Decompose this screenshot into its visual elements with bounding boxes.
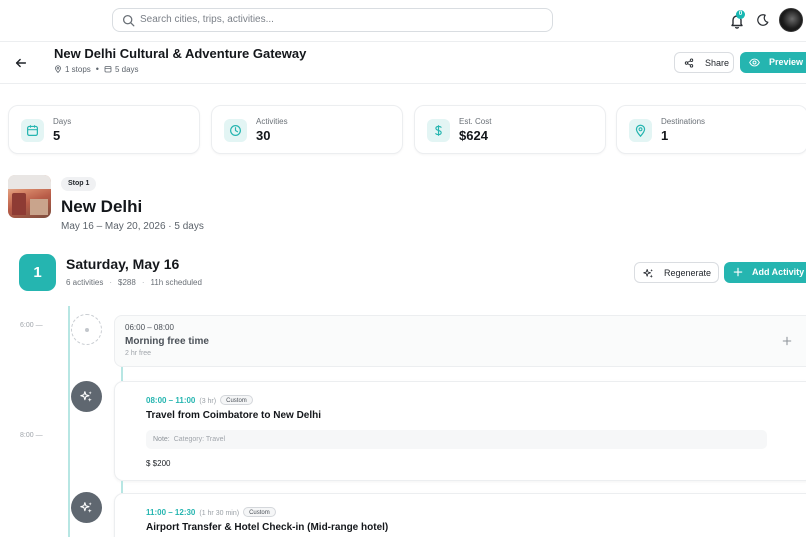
stop-thumbnail — [8, 175, 51, 218]
free-slot-card[interactable]: 06:00 – 08:00 Morning free time 2 hr fre… — [114, 315, 806, 367]
trip-days: 5 days — [114, 64, 139, 74]
separator-dot: • — [95, 64, 99, 74]
regenerate-label: Regenerate — [664, 268, 712, 278]
time-label: 6:00 — — [20, 322, 43, 329]
timeline-line — [68, 306, 70, 537]
search-placeholder: Search cities, trips, activities... — [140, 14, 274, 25]
time-label: 8:00 — — [20, 432, 43, 439]
page-title: New Delhi Cultural & Adventure Gateway — [54, 46, 307, 61]
map-pin-icon — [55, 65, 61, 73]
calendar-icon — [104, 66, 112, 73]
share-label: Share — [705, 58, 730, 68]
activity-node — [71, 492, 102, 523]
sparkles-icon — [643, 268, 653, 278]
activity-tag: Custom — [220, 395, 253, 405]
connector — [121, 367, 123, 381]
stat-card-activities: Activities 30 — [211, 105, 403, 154]
stop-badge: Stop 1 — [61, 177, 97, 191]
free-slot-node — [71, 314, 102, 345]
sparkles-icon — [80, 391, 92, 402]
preview-label: Preview — [769, 57, 804, 67]
stop-city: New Delhi — [61, 197, 143, 216]
stop-dates: May 16 – May 20, 2026 · 5 days — [61, 221, 204, 232]
day-meta: 6 activities · $288 · 11h scheduled — [66, 278, 202, 287]
activity-card[interactable]: 11:00 – 12:30 (1 hr 30 min) Custom Airport… — [114, 493, 806, 537]
stat-value: $624 — [459, 128, 488, 143]
add-activity-label: Add Activity — [752, 267, 805, 277]
preview-button[interactable]: Preview — [740, 52, 806, 73]
stat-value: 30 — [256, 128, 271, 143]
back-arrow-icon[interactable] — [14, 56, 28, 70]
stat-label: Activities — [256, 117, 288, 126]
trip-header: New Delhi Cultural & Adventure Gateway 1… — [0, 42, 806, 84]
search-icon — [122, 14, 135, 27]
activity-duration: (1 hr 30 min) — [199, 510, 240, 517]
free-slot-duration: 2 hr free — [125, 350, 152, 357]
stat-value: 5 — [53, 128, 61, 143]
activity-node — [71, 381, 102, 412]
share-button[interactable]: Share — [674, 52, 734, 73]
stat-label: Est. Cost — [459, 117, 492, 126]
stat-label: Destinations — [661, 117, 706, 126]
activity-name: Airport Transfer & Hotel Check-in (Mid-r… — [146, 522, 389, 533]
day-cost: $288 — [118, 278, 136, 287]
top-bar: Search cities, trips, activities... 0 — [0, 0, 806, 42]
clock-icon — [230, 125, 241, 136]
day-activities: 6 activities — [66, 278, 104, 287]
activity-time: 11:00 – 12:30 (1 hr 30 min) Custom — [146, 507, 276, 517]
stat-value: 1 — [661, 128, 669, 143]
dollar-icon — [435, 125, 442, 136]
day-scheduled: 11h scheduled — [150, 278, 202, 287]
activity-time: 08:00 – 11:00 (3 hr) Custom — [146, 395, 253, 405]
activity-card[interactable]: 08:00 – 11:00 (3 hr) Custom Travel from Co… — [114, 381, 806, 481]
stat-card-destinations: Destinations 1 — [616, 105, 806, 154]
search-input[interactable]: Search cities, trips, activities... — [112, 8, 553, 32]
activity-note: Note: Category: Travel — [146, 430, 767, 449]
activity-name: Travel from Coimbatore to New Delhi — [146, 410, 322, 421]
day-number-badge: 1 — [19, 254, 56, 291]
avatar[interactable] — [779, 8, 803, 32]
regenerate-button[interactable]: Regenerate — [634, 262, 719, 283]
eye-icon — [749, 58, 760, 67]
activity-tag: Custom — [243, 507, 276, 517]
free-slot-name: Morning free time — [125, 336, 209, 347]
notification-badge: 0 — [736, 10, 745, 19]
connector — [121, 481, 123, 493]
activity-duration: (3 hr) — [199, 398, 217, 405]
sparkles-icon — [80, 502, 92, 513]
add-activity-button[interactable]: Add Activity — [724, 262, 806, 283]
stat-card-days: Days 5 — [8, 105, 200, 154]
plus-icon[interactable] — [781, 335, 793, 347]
free-slot-time: 06:00 – 08:00 — [125, 323, 174, 332]
moon-icon[interactable] — [756, 13, 770, 27]
stat-label: Days — [53, 117, 72, 126]
calendar-icon — [27, 125, 38, 136]
share-icon — [684, 58, 694, 68]
trip-stops: 1 stops — [65, 64, 91, 74]
day-title: Saturday, May 16 — [66, 256, 180, 272]
map-pin-icon — [635, 124, 646, 137]
activity-cost: $ $200 — [146, 459, 171, 468]
stat-card-cost: Est. Cost $624 — [414, 105, 606, 154]
trip-meta: 1 stops • 5 days — [54, 64, 139, 74]
plus-icon — [733, 267, 743, 277]
